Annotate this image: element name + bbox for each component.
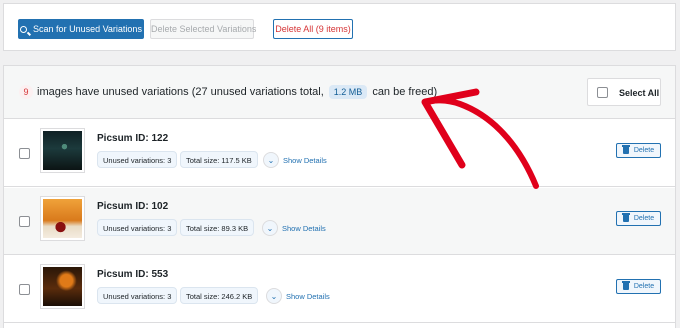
delete-button[interactable]: Delete xyxy=(616,143,661,158)
show-details-toggle[interactable]: ⌄ Show Details xyxy=(266,288,330,304)
image-thumbnail xyxy=(40,196,85,241)
image-title: Picsum ID: 122 xyxy=(97,133,169,144)
search-icon xyxy=(20,26,28,33)
delete-label: Delete xyxy=(633,215,655,222)
chevron-down-icon: ⌄ xyxy=(263,152,279,168)
scan-button-label: Scan for Unused Variations xyxy=(33,24,142,34)
delete-label: Delete xyxy=(633,147,655,154)
delete-all-button[interactable]: Delete All (9 items) xyxy=(273,19,353,39)
chevron-down-icon: ⌄ xyxy=(266,288,282,304)
row-checkbox[interactable] xyxy=(19,284,30,295)
delete-button[interactable]: Delete xyxy=(616,279,661,294)
show-details-toggle[interactable]: ⌄ Show Details xyxy=(263,152,327,168)
show-details-label: Show Details xyxy=(283,155,327,165)
delete-selected-button[interactable]: Delete Selected Variations xyxy=(150,19,256,39)
show-details-label: Show Details xyxy=(286,291,330,301)
select-all-label: Select All xyxy=(619,88,660,98)
show-details-label: Show Details xyxy=(282,223,326,233)
chevron-down-icon: ⌄ xyxy=(262,220,278,236)
total-size-chip: Total size: 89.3 KB xyxy=(180,219,255,236)
trash-icon xyxy=(621,145,630,154)
image-thumbnail xyxy=(40,264,85,309)
summary-text-before: images have unused variations (27 unused… xyxy=(37,86,324,98)
total-size-chip: Total size: 246.2 KB xyxy=(180,287,259,304)
image-thumbnail xyxy=(40,128,85,173)
actions-toolbar: Scan for Unused Variations Delete Select… xyxy=(3,3,676,51)
row-checkbox[interactable] xyxy=(19,216,30,227)
image-row: Picsum ID: 553 Unused variations: 3 Tota… xyxy=(4,256,675,323)
total-size-chip: Total size: 117.5 KB xyxy=(180,151,258,168)
unused-count-chip: Unused variations: 3 xyxy=(97,151,178,168)
trash-icon xyxy=(621,213,630,222)
delete-label: Delete xyxy=(633,283,655,290)
image-title: Picsum ID: 553 xyxy=(97,269,169,280)
row-checkbox[interactable] xyxy=(19,148,30,159)
select-all-control[interactable]: Select All xyxy=(587,78,661,106)
summary-text: 9 images have unused variations (27 unus… xyxy=(19,85,437,99)
scan-button[interactable]: Scan for Unused Variations xyxy=(18,19,144,39)
summary-text-after: can be freed) xyxy=(372,86,438,98)
freeable-size-badge: 1.2 MB xyxy=(328,85,368,99)
summary-bar: 9 images have unused variations (27 unus… xyxy=(4,66,675,119)
image-title: Picsum ID: 102 xyxy=(97,201,169,212)
delete-button[interactable]: Delete xyxy=(616,211,661,226)
variations-panel: 9 images have unused variations (27 unus… xyxy=(3,65,676,328)
image-row: Picsum ID: 122 Unused variations: 3 Tota… xyxy=(4,120,675,187)
show-details-toggle[interactable]: ⌄ Show Details xyxy=(262,220,326,236)
image-row: Picsum ID: 102 Unused variations: 3 Tota… xyxy=(4,188,675,255)
unused-count-chip: Unused variations: 3 xyxy=(97,219,178,236)
image-count-badge: 9 xyxy=(19,85,33,99)
select-all-checkbox[interactable] xyxy=(597,87,608,98)
unused-count-chip: Unused variations: 3 xyxy=(97,287,178,304)
trash-icon xyxy=(621,281,630,290)
